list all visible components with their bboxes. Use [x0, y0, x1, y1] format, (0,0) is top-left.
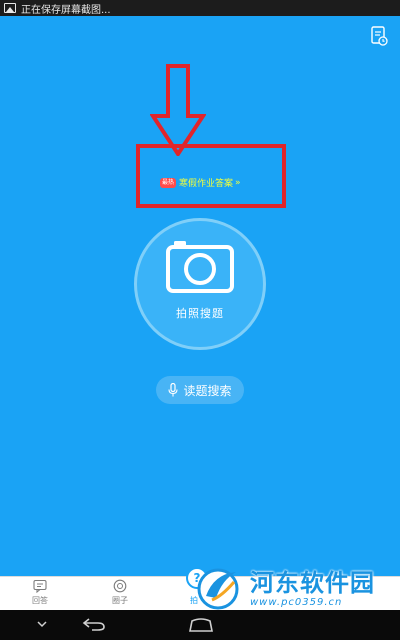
- photo-search-label: 拍照搜题: [176, 307, 224, 320]
- photo-search-button[interactable]: 拍照搜题: [134, 218, 266, 350]
- chat-icon: [33, 579, 47, 593]
- camera-icon: [166, 241, 234, 293]
- watermark-url: www.pc0359.cn: [250, 596, 343, 608]
- image-icon: [4, 3, 16, 13]
- nav-item-answer[interactable]: 回答: [20, 579, 60, 609]
- nav-label-answer: 回答: [32, 596, 48, 605]
- chevron-right-icon: »: [235, 177, 241, 188]
- nav-label-circle: 圈子: [112, 596, 128, 605]
- voice-search-label: 读题搜索: [183, 383, 232, 398]
- circle-icon: [113, 579, 127, 593]
- status-notification-text: 正在保存屏幕截图...: [21, 4, 111, 16]
- status-bar: 正在保存屏幕截图...: [0, 0, 400, 16]
- watermark-title: 河东软件园: [250, 570, 375, 597]
- chevron-down-icon[interactable]: [36, 619, 48, 629]
- microphone-icon: [168, 383, 179, 397]
- promo-text: 寒假作业答案: [179, 179, 234, 189]
- watermark: 河东软件园 www.pc0359.cn: [192, 566, 400, 612]
- home-icon[interactable]: [188, 618, 214, 632]
- promo-link[interactable]: 最热 寒假作业答案 »: [160, 176, 241, 189]
- main-area: 最热 寒假作业答案 » 拍照搜题 读题搜索: [0, 16, 400, 576]
- annotation-arrow-icon: [150, 64, 206, 156]
- hot-tag: 最热: [160, 177, 177, 188]
- watermark-logo-icon: [197, 568, 239, 610]
- system-nav-bar: [0, 610, 400, 640]
- nav-item-circle[interactable]: 圈子: [100, 579, 140, 609]
- back-icon[interactable]: [82, 617, 106, 631]
- history-doc-icon[interactable]: [370, 26, 388, 46]
- voice-search-button[interactable]: 读题搜索: [156, 376, 244, 404]
